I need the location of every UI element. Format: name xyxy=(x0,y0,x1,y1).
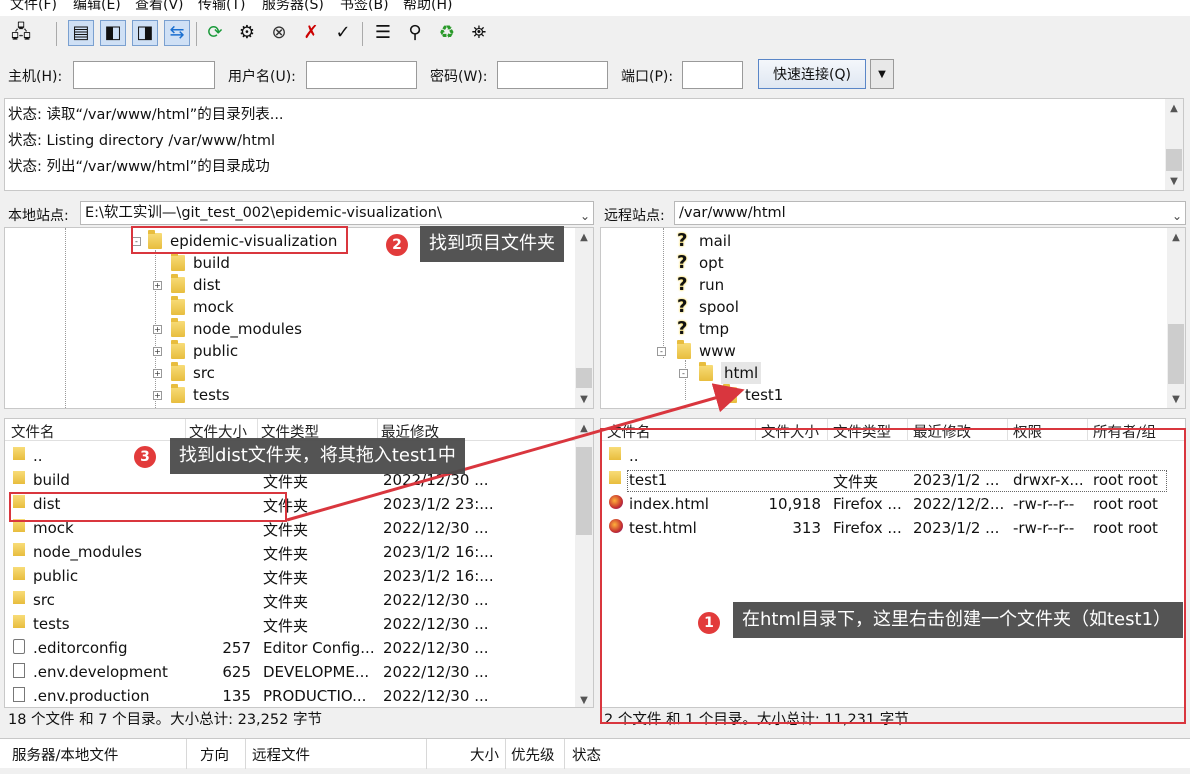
annotation-callout: 找到dist文件夹，将其拖入test1中 xyxy=(170,438,465,474)
annotation-callout: 找到项目文件夹 xyxy=(420,226,564,262)
annotation-callout: 在html目录下，这里右击创建一个文件夹（如test1） xyxy=(733,602,1183,638)
annotation-badge: 3 xyxy=(132,444,158,470)
annotation-badge: 2 xyxy=(384,232,410,258)
drag-arrow xyxy=(286,383,745,522)
annotation-badge: 1 xyxy=(696,610,722,636)
